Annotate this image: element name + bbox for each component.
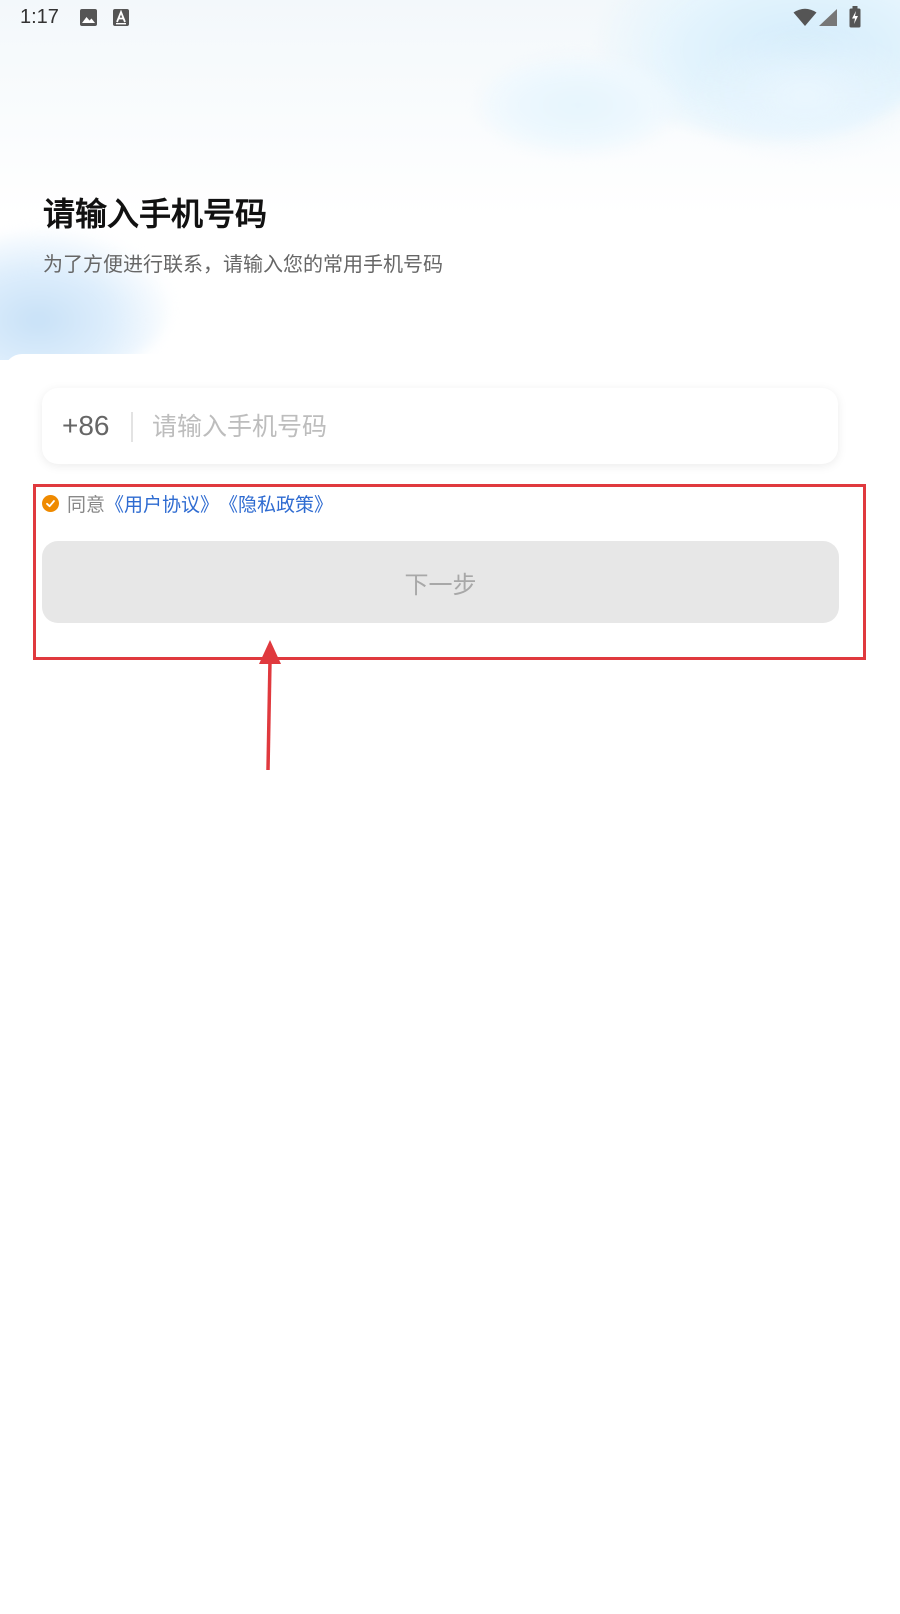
- phone-number-input[interactable]: [152, 404, 812, 448]
- agreement-checkbox-checked-icon[interactable]: [42, 494, 59, 512]
- page-title: 请输入手机号码: [43, 195, 268, 233]
- font-app-icon: [112, 8, 130, 31]
- status-time: 1:17: [20, 6, 59, 28]
- battery-charging-icon: [849, 6, 861, 32]
- image-icon: [79, 8, 98, 31]
- cloud-decoration: [478, 55, 678, 155]
- country-code[interactable]: +86: [62, 410, 110, 442]
- wifi-icon: [793, 8, 817, 31]
- cellular-signal-icon: [818, 8, 838, 31]
- phone-input-card[interactable]: +86: [42, 388, 838, 464]
- cloud-decoration: [690, 30, 900, 160]
- page-subtitle: 为了方便进行联系，请输入您的常用手机号码: [43, 252, 443, 276]
- background-decoration: [0, 0, 900, 360]
- status-bar: 1:17: [0, 0, 900, 38]
- agreement-prefix: 同意: [67, 493, 106, 516]
- country-code-divider: [131, 412, 133, 442]
- agreement-row: 同意 《用户协议》 《隐私政策》: [42, 490, 333, 516]
- user-agreement-link[interactable]: 《用户协议》: [105, 490, 219, 517]
- privacy-policy-link[interactable]: 《隐私政策》: [219, 490, 333, 517]
- next-step-button[interactable]: 下一步: [42, 541, 839, 623]
